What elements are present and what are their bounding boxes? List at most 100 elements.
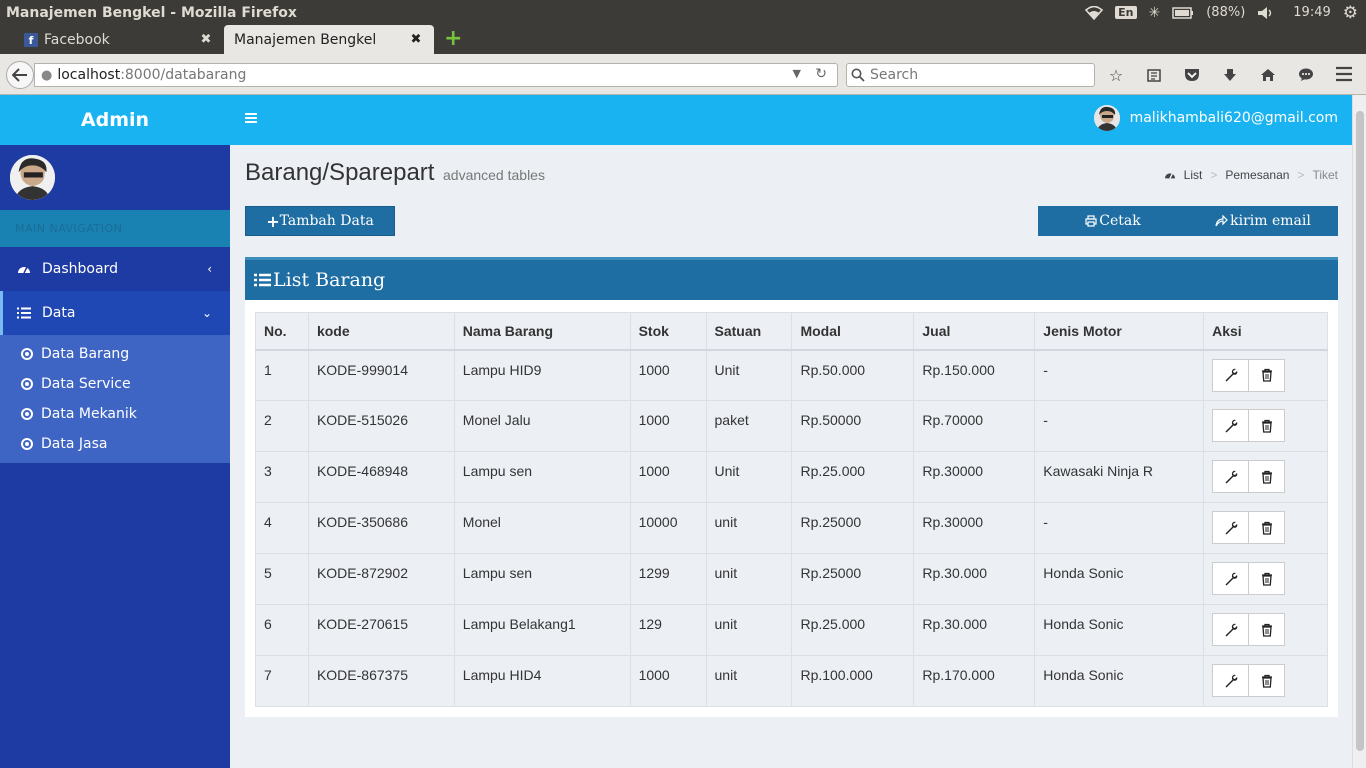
- table-cell-jual: Rp.30.000: [913, 553, 1036, 605]
- battery-percent: (88%): [1206, 5, 1246, 20]
- vertical-scrollbar[interactable]: [1352, 95, 1366, 768]
- edit-wrench-icon[interactable]: [1212, 358, 1250, 392]
- edit-wrench-icon[interactable]: [1212, 562, 1250, 595]
- volume-icon[interactable]: [1257, 6, 1275, 20]
- edit-wrench-icon[interactable]: [1212, 613, 1250, 646]
- tab-label: Manajemen Bengkel: [234, 31, 377, 48]
- clock[interactable]: 19:49: [1293, 5, 1330, 20]
- delete-trash-icon[interactable]: [1248, 613, 1286, 646]
- globe-icon: ●: [41, 67, 53, 83]
- breadcrumb-item-pemesanan[interactable]: Pemesanan: [1225, 168, 1289, 182]
- delete-trash-icon[interactable]: [1248, 409, 1286, 442]
- column-header: Nama Barang: [453, 312, 631, 351]
- hamburger-menu-icon[interactable]: [1335, 66, 1353, 82]
- sidebar-item-data-jasa[interactable]: Data Jasa: [0, 429, 230, 459]
- sidebar-item-data-barang[interactable]: Data Barang: [0, 339, 230, 369]
- breadcrumb-item-list[interactable]: List: [1184, 168, 1203, 182]
- breadcrumb-separator: >: [1297, 168, 1305, 182]
- sidebar-subitem-label: Data Barang: [41, 346, 130, 362]
- close-tab-icon[interactable]: ✖: [408, 32, 424, 47]
- new-tab-plus-icon[interactable]: +: [444, 28, 462, 50]
- table-cell-kode: KODE-999014: [307, 349, 455, 401]
- tab-manajemen-bengkel[interactable]: Manajemen Bengkel ✖: [224, 25, 434, 54]
- back-arrow-icon[interactable]: [6, 61, 34, 89]
- edit-wrench-icon[interactable]: [1212, 460, 1250, 493]
- dashboard-icon: [17, 263, 35, 275]
- table-row: 7 KODE-867375 Lampu HID4 1000 unit Rp.100.000…: [255, 655, 1328, 707]
- table-cell-jenis-motor: -: [1034, 349, 1205, 401]
- pocket-icon[interactable]: [1180, 64, 1204, 86]
- keyboard-layout-indicator[interactable]: En: [1115, 6, 1137, 19]
- breadcrumb-item-tiket[interactable]: Tiket: [1312, 168, 1338, 182]
- sidebar-item-data[interactable]: Data ⌄: [0, 291, 230, 335]
- box-header: List Barang: [245, 260, 1338, 300]
- dropdown-arrow-icon[interactable]: ▼: [793, 67, 801, 80]
- add-data-button[interactable]: + Tambah Data: [245, 206, 395, 236]
- delete-trash-icon[interactable]: [1248, 511, 1286, 544]
- print-button[interactable]: Cetak: [1038, 206, 1188, 236]
- table-row: 4 KODE-350686 Monel 10000 unit Rp.25000 Rp.300…: [255, 502, 1328, 554]
- window-title: Manajemen Bengkel - Mozilla Firefox: [6, 4, 297, 21]
- url-bar[interactable]: ● localhost :8000/databarang ▼ ↻: [34, 63, 838, 87]
- download-arrow-icon[interactable]: [1218, 64, 1242, 86]
- circle-dot-icon: [21, 378, 33, 390]
- avatar: [10, 155, 55, 200]
- sidebar-item-dashboard[interactable]: Dashboard ‹: [0, 247, 230, 291]
- bookmark-star-icon[interactable]: ☆: [1104, 64, 1128, 86]
- app-header: Admin malikhambali620@gmail.com: [0, 95, 1352, 145]
- delete-trash-icon[interactable]: [1248, 562, 1286, 595]
- close-tab-icon[interactable]: ✖: [198, 32, 214, 47]
- bluetooth-icon[interactable]: ✳: [1149, 5, 1161, 21]
- table-cell-aksi: [1203, 502, 1328, 554]
- delete-trash-icon[interactable]: [1248, 460, 1286, 493]
- table-cell-modal: Rp.100.000: [791, 655, 915, 707]
- table-cell-kode: KODE-867375: [307, 655, 455, 707]
- table-cell-satuan: Unit: [705, 451, 793, 503]
- box-title: List Barang: [273, 269, 386, 291]
- reload-icon[interactable]: ↻: [815, 66, 827, 82]
- delete-trash-icon[interactable]: [1248, 664, 1286, 697]
- table-cell-satuan: Unit: [705, 349, 793, 401]
- table-cell-stok: 1000: [629, 451, 707, 503]
- table-cell-kode: KODE-515026: [307, 400, 455, 452]
- search-input[interactable]: Search: [846, 63, 1095, 87]
- search-icon: [851, 68, 865, 82]
- send-email-button[interactable]: kirim email: [1188, 206, 1338, 236]
- sidebar-item-data-service[interactable]: Data Service: [0, 369, 230, 399]
- table-cell-no: 5: [255, 553, 309, 605]
- settings-gear-icon[interactable]: ⚙: [1343, 3, 1358, 23]
- tab-facebook[interactable]: f Facebook ✖: [14, 25, 224, 54]
- main-content: Barang/Sparepart advanced tables List > …: [230, 145, 1352, 768]
- table-cell-jual: Rp.30000: [913, 502, 1036, 554]
- main-navigation-header: MAIN NAVIGATION: [0, 210, 230, 247]
- table-cell-no: 1: [255, 349, 309, 401]
- reading-list-icon[interactable]: [1142, 64, 1166, 86]
- edit-wrench-icon[interactable]: [1212, 409, 1250, 442]
- battery-icon[interactable]: [1172, 6, 1194, 19]
- edit-wrench-icon[interactable]: [1212, 511, 1250, 544]
- edit-wrench-icon[interactable]: [1212, 664, 1250, 697]
- sidebar-item-data-mekanik[interactable]: Data Mekanik: [0, 399, 230, 429]
- table-row: 1 KODE-999014 Lampu HID9 1000 Unit Rp.50.000 R…: [255, 349, 1328, 401]
- column-header: No.: [255, 312, 309, 351]
- wifi-icon[interactable]: [1085, 5, 1104, 20]
- sidebar-toggle-icon[interactable]: [244, 111, 258, 125]
- delete-trash-icon[interactable]: [1248, 358, 1286, 392]
- scrollbar-thumb[interactable]: [1356, 111, 1364, 751]
- table-cell-no: 7: [255, 655, 309, 707]
- user-email: malikhambali620@gmail.com: [1129, 110, 1338, 126]
- home-icon[interactable]: [1256, 64, 1280, 86]
- brand-logo[interactable]: Admin: [0, 95, 230, 145]
- circle-dot-icon: [21, 408, 33, 420]
- table-cell-jenis-motor: -: [1034, 502, 1205, 554]
- table-cell-modal: Rp.25000: [791, 553, 915, 605]
- user-menu[interactable]: malikhambali620@gmail.com: [1093, 105, 1338, 131]
- table-cell-aksi: [1203, 451, 1328, 503]
- print-label: Cetak: [1099, 213, 1141, 229]
- sidebar-subitem-label: Data Jasa: [41, 436, 108, 452]
- chat-bubble-icon[interactable]: [1294, 64, 1318, 86]
- table-cell-kode: KODE-270615: [307, 604, 455, 656]
- table-cell-jual: Rp.70000: [913, 400, 1036, 452]
- column-header: Jual: [913, 312, 1036, 351]
- table-cell-jual: Rp.30000: [913, 451, 1036, 503]
